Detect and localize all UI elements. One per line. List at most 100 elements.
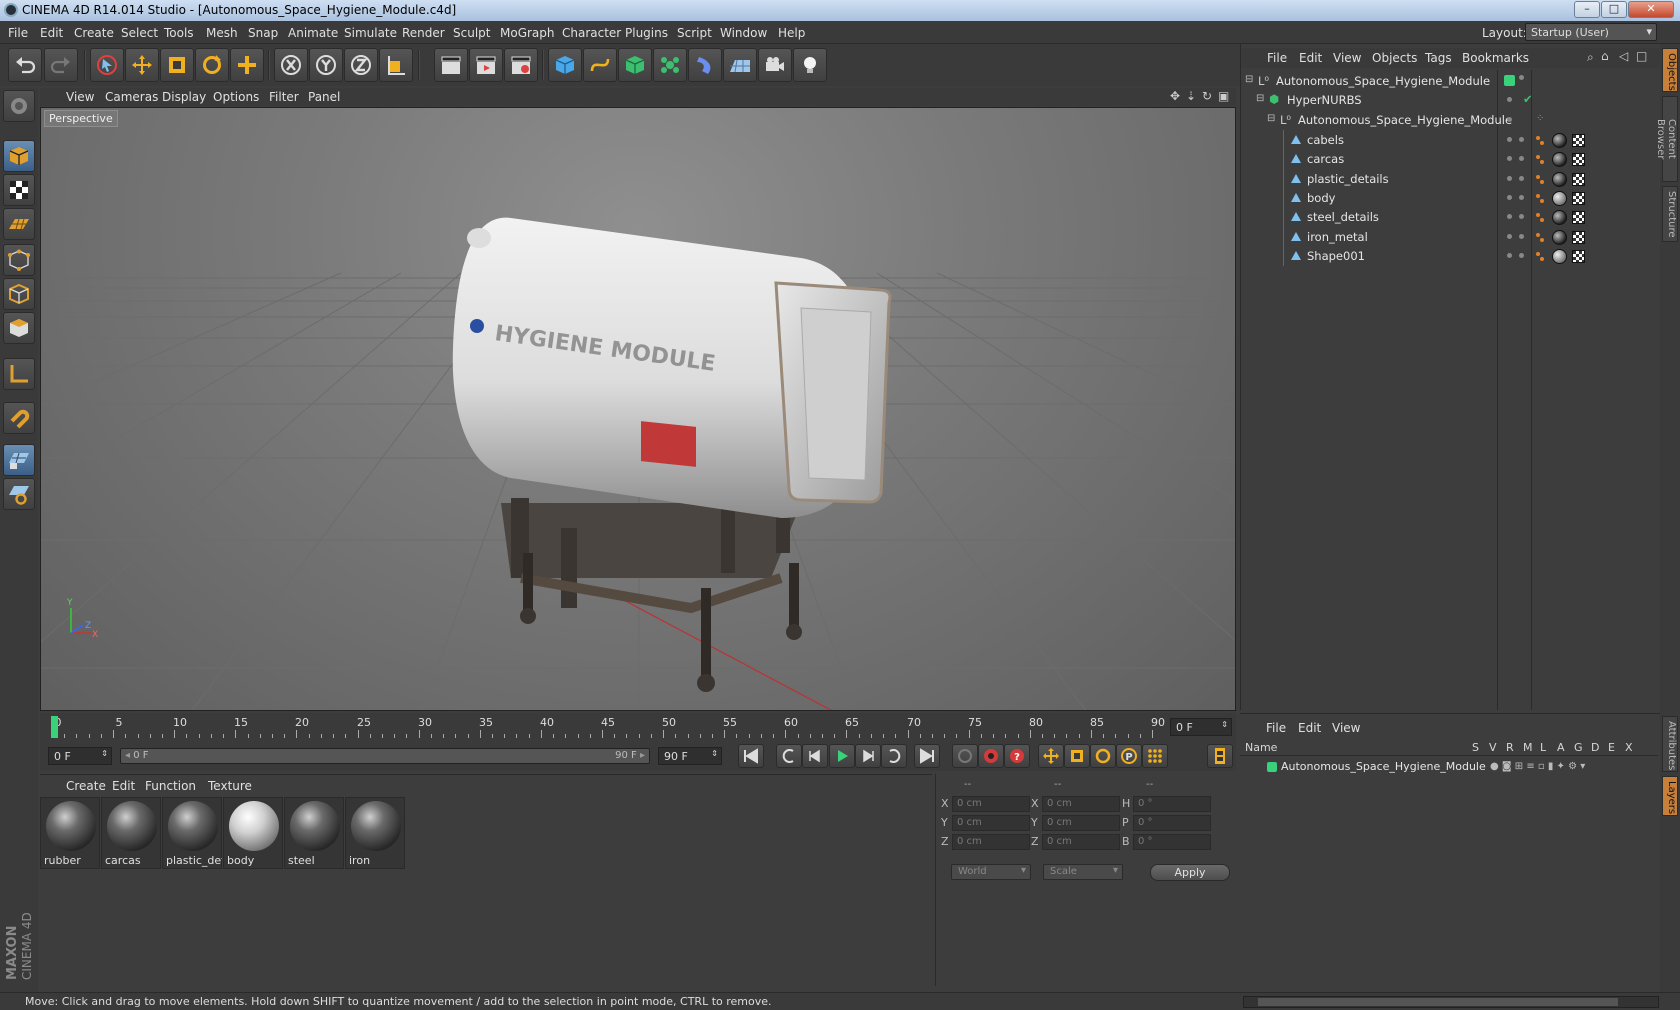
goto-start-button[interactable] <box>738 744 764 768</box>
camera-button[interactable] <box>758 48 792 82</box>
object-row[interactable]: ⊟ L⁰ Autonomous_Space_Hygiene_Module ⁘ <box>1241 110 1659 130</box>
timeline-ruler[interactable]: 0 5 10 15 20 25 30 35 40 45 50 55 60 65 70 75 80 85 90 0 F… <box>40 713 1236 741</box>
object-row[interactable]: carcas <box>1241 149 1659 170</box>
coord-value-field[interactable]: 0 cm <box>952 834 1030 850</box>
rotate-tool-button[interactable] <box>195 48 229 82</box>
menu-edit[interactable]: Edit <box>40 26 63 40</box>
phong-tag-icon[interactable] <box>1536 193 1546 204</box>
layer-column-x[interactable]: X <box>1625 741 1633 754</box>
menu-simulate[interactable]: Simulate <box>344 26 397 40</box>
coord-value-field[interactable]: 0 ° <box>1133 834 1211 850</box>
nurbs-button[interactable] <box>618 48 652 82</box>
deformer-button[interactable] <box>688 48 722 82</box>
close-button[interactable]: ✕ <box>1628 1 1674 18</box>
menu-create[interactable]: Create <box>74 26 114 40</box>
material-steel[interactable]: steel <box>284 797 344 869</box>
viewport-perspective[interactable]: HYGIENE MODULE Y Z X Perspective <box>40 107 1236 711</box>
visibility-dot[interactable] <box>1507 97 1512 102</box>
playhead[interactable] <box>51 716 58 738</box>
start-frame-field[interactable]: 0 F ⇕ <box>48 747 112 765</box>
model-mode-button[interactable] <box>3 140 35 172</box>
horizontal-scrollbar[interactable] <box>1243 996 1659 1008</box>
visibility-dot[interactable] <box>1507 252 1512 258</box>
material-plastic-det[interactable]: plastic_det <box>162 797 222 869</box>
tree-toggle-icon[interactable]: ⊟ <box>1267 113 1275 124</box>
uvw-tag-icon[interactable] <box>1572 191 1585 205</box>
layer-color-swatch[interactable] <box>1267 762 1277 772</box>
viewport-menu-view[interactable]: View <box>66 90 94 104</box>
object-row[interactable]: cabels <box>1241 130 1659 150</box>
mat-menu-create[interactable]: Create <box>66 779 106 793</box>
planar-workplane-button[interactable] <box>3 478 35 510</box>
uvw-tag-icon[interactable] <box>1572 249 1585 263</box>
visibility-dot[interactable] <box>1519 75 1524 80</box>
uvw-tag-icon[interactable] <box>1572 211 1585 225</box>
coord-value-field[interactable]: 0 cm <box>952 796 1030 812</box>
layer-column-v[interactable]: V <box>1489 741 1497 754</box>
object-row[interactable]: iron_metal <box>1241 226 1659 247</box>
y-axis-lock-button[interactable] <box>309 48 343 82</box>
z-axis-lock-button[interactable] <box>344 48 378 82</box>
menu-script[interactable]: Script <box>677 26 712 40</box>
autokey-button[interactable]: ? <box>1004 744 1030 768</box>
search-icon[interactable]: ⌕ <box>1587 50 1594 65</box>
om-menu-tags[interactable]: Tags <box>1425 51 1452 65</box>
object-row[interactable]: ⊟ L⁰ Autonomous_Space_Hygiene_Module <box>1241 71 1659 91</box>
layer-flag-icons[interactable]: ● ◙ ⊞ ≡ ▫ ▮ ✦ ⚙ ▾ <box>1490 761 1585 772</box>
visibility-dot[interactable] <box>1507 175 1512 181</box>
coord-value-field[interactable]: 0 cm <box>1042 815 1120 831</box>
tag-icon[interactable]: ⁘ <box>1536 113 1544 124</box>
key-parameter-button[interactable]: P <box>1116 744 1142 768</box>
scrollbar-thumb[interactable] <box>1258 998 1618 1006</box>
next-frame-button[interactable] <box>855 744 881 768</box>
layer-column-r[interactable]: R <box>1506 741 1514 754</box>
object-row[interactable]: plastic_details <box>1241 168 1659 189</box>
goto-next-key-button[interactable] <box>881 744 907 768</box>
viewport-menu-display[interactable]: Display <box>162 90 206 104</box>
render-dot[interactable] <box>1519 252 1524 258</box>
om-menu-objects[interactable]: Objects <box>1372 51 1417 65</box>
tab-layers[interactable]: Layers <box>1662 776 1678 816</box>
minimize-button[interactable]: – <box>1574 1 1600 18</box>
menu-render[interactable]: Render <box>402 26 445 40</box>
layer-menu-file[interactable]: File <box>1266 721 1286 735</box>
make-editable-button[interactable] <box>3 90 35 122</box>
visibility-dot[interactable] <box>1507 137 1512 142</box>
workplane-mode-button[interactable] <box>3 208 35 240</box>
polygons-mode-button[interactable] <box>3 312 35 344</box>
preview-range-slider[interactable]: ◂ 0 F 90 F ▸ <box>120 748 650 764</box>
frame-ruler[interactable]: 0 5 10 15 20 25 30 35 40 45 50 55 60 65 70 75 80 85 90 <box>52 716 1165 738</box>
viewport-maximize-icon[interactable]: ▣ <box>1218 89 1229 103</box>
snap-button[interactable] <box>3 402 35 434</box>
layer-color-swatch[interactable] <box>1504 75 1515 86</box>
coord-value-field[interactable]: 0 ° <box>1133 796 1211 812</box>
render-dot[interactable] <box>1519 194 1524 200</box>
menu-file[interactable]: File <box>8 26 28 40</box>
mat-menu-function[interactable]: Function <box>145 779 196 793</box>
coordinate-mode-select[interactable]: Scale ▾ <box>1043 864 1123 880</box>
visibility-dot[interactable] <box>1507 214 1512 220</box>
mat-menu-texture[interactable]: Texture <box>208 779 252 793</box>
tab-attributes[interactable]: Attributes <box>1662 716 1678 772</box>
menu-snap[interactable]: Snap <box>248 26 278 40</box>
mat-menu-edit[interactable]: Edit <box>112 779 135 793</box>
phong-tag-icon[interactable] <box>1536 251 1546 262</box>
record-button[interactable] <box>978 744 1004 768</box>
apply-button[interactable]: Apply <box>1150 864 1230 881</box>
tree-toggle-icon[interactable]: ⊟ <box>1256 93 1264 104</box>
visibility-dot[interactable] <box>1507 194 1512 200</box>
cube-button[interactable] <box>548 48 582 82</box>
om-menu-edit[interactable]: Edit <box>1299 51 1322 65</box>
menu-plugins[interactable]: Plugins <box>625 26 668 40</box>
menu-select[interactable]: Select <box>121 26 158 40</box>
om-menu-bookmarks[interactable]: Bookmarks <box>1462 51 1529 65</box>
visibility-dot[interactable] <box>1507 156 1512 162</box>
material-carcas[interactable]: carcas <box>101 797 161 869</box>
array-button[interactable] <box>653 48 687 82</box>
material-tag-icon[interactable] <box>1552 133 1567 148</box>
viewport-menu-cameras[interactable]: Cameras <box>105 90 158 104</box>
object-row[interactable]: Shape001 <box>1241 245 1659 266</box>
render-dot[interactable] <box>1519 175 1524 181</box>
menu-window[interactable]: Window <box>720 26 767 40</box>
keyframe-selection-button[interactable] <box>952 744 978 768</box>
